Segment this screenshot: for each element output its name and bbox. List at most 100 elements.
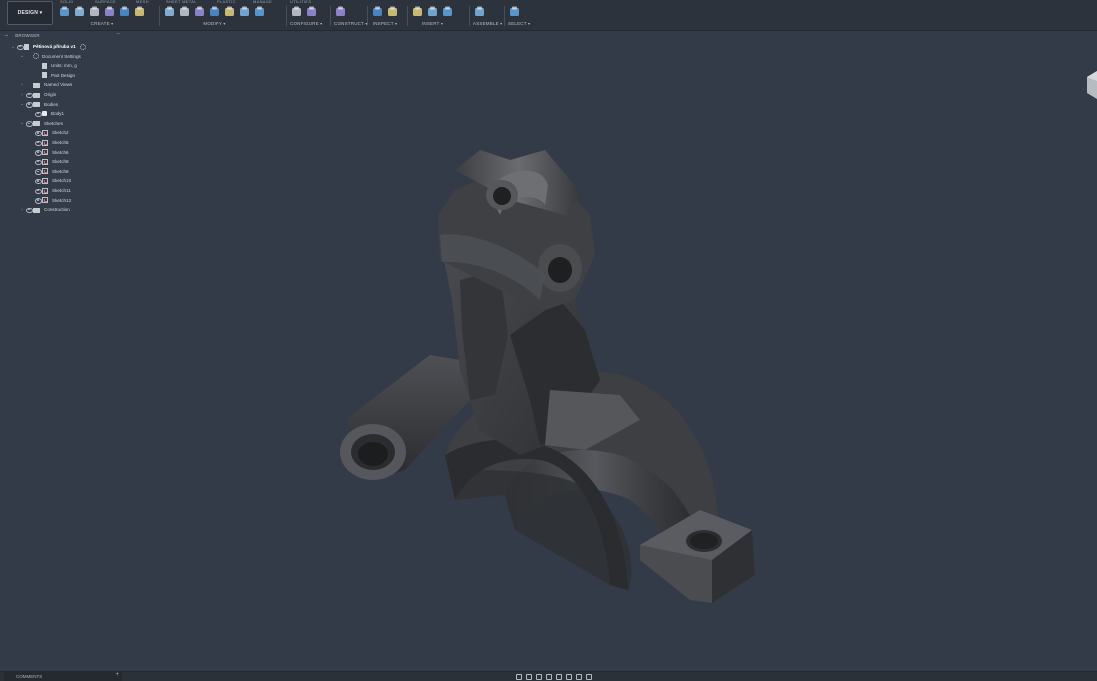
toolbar-group-label[interactable]: MODIFY bbox=[163, 21, 266, 26]
toolbar-separator bbox=[330, 6, 331, 26]
display-settings-icon[interactable] bbox=[565, 673, 572, 680]
configure-table-icon[interactable] bbox=[290, 5, 303, 18]
box-icon[interactable] bbox=[103, 5, 116, 18]
workspace-switcher[interactable]: DESIGN ▾ bbox=[7, 1, 53, 25]
offset-face-icon[interactable] bbox=[223, 5, 236, 18]
browser-node[interactable]: ⌄ Pětinová příruba v1 bbox=[10, 42, 89, 51]
navigation-toolbar bbox=[515, 673, 592, 680]
align-icon[interactable] bbox=[253, 5, 266, 18]
visibility-eye-icon[interactable] bbox=[34, 169, 42, 175]
browser-node[interactable]: Sketch6 bbox=[28, 148, 69, 157]
toolbar-separator bbox=[367, 6, 368, 26]
visibility-eye-icon[interactable] bbox=[34, 178, 42, 185]
configure-rule-icon[interactable] bbox=[305, 5, 318, 18]
browser-node-label: Named Views bbox=[44, 82, 73, 88]
browser-node[interactable]: ⌄ Bodies bbox=[19, 100, 58, 109]
extrude-icon[interactable] bbox=[73, 5, 86, 18]
visibility-eye-icon[interactable] bbox=[25, 121, 33, 127]
pan-icon[interactable] bbox=[525, 673, 532, 680]
visibility-eye-icon[interactable] bbox=[25, 207, 33, 214]
visibility-eye-icon[interactable] bbox=[34, 111, 42, 118]
press-pull-icon[interactable] bbox=[163, 5, 176, 18]
browser-node[interactable]: Sketch8 bbox=[28, 157, 69, 166]
component-settings-icon[interactable] bbox=[79, 43, 86, 50]
visibility-eye-icon[interactable] bbox=[34, 188, 42, 194]
visibility-eye-icon[interactable] bbox=[25, 92, 33, 98]
visibility-eye-icon[interactable] bbox=[16, 44, 24, 50]
browser-node[interactable]: Sketch12 bbox=[28, 196, 71, 205]
browser-node[interactable]: › Origin bbox=[19, 90, 56, 99]
toolbar-group-label[interactable]: INSPECT bbox=[371, 21, 399, 26]
toolbar-group-assemble: ASSEMBLE bbox=[473, 4, 499, 28]
toolbar-group-label[interactable]: CONSTRUCT bbox=[334, 21, 364, 26]
fit-icon[interactable] bbox=[555, 673, 562, 680]
sketch-icon bbox=[42, 129, 48, 136]
toolbar-group-label[interactable]: ASSEMBLE bbox=[473, 21, 499, 26]
add-comment-icon[interactable]: + bbox=[115, 672, 119, 678]
toolbar-group-label[interactable]: CREATE bbox=[58, 21, 146, 26]
folder-icon bbox=[33, 82, 41, 88]
visibility-eye-icon[interactable] bbox=[34, 159, 42, 166]
insert-mcmaster-icon[interactable] bbox=[441, 5, 454, 18]
browser-node[interactable]: Body1 bbox=[28, 109, 64, 118]
revolve-icon[interactable] bbox=[88, 5, 101, 18]
move-icon[interactable] bbox=[238, 5, 251, 18]
viewports-icon[interactable] bbox=[585, 673, 592, 680]
browser-node-label: Sketch12 bbox=[52, 197, 72, 203]
select-icon[interactable] bbox=[508, 5, 521, 18]
chevron-right-icon[interactable]: › bbox=[19, 82, 25, 88]
combine-icon[interactable] bbox=[208, 5, 221, 18]
pattern-icon[interactable] bbox=[118, 5, 131, 18]
browser-node-label: Sketch10 bbox=[52, 178, 72, 184]
chevron-down-icon[interactable]: ⌄ bbox=[19, 53, 25, 59]
visibility-eye-icon[interactable] bbox=[25, 102, 33, 108]
new-sketch-icon[interactable] bbox=[58, 5, 71, 18]
browser-node[interactable]: Units: mm, g bbox=[28, 61, 77, 70]
visibility-eye-icon[interactable] bbox=[34, 130, 42, 137]
toolbar-group-icons bbox=[371, 4, 399, 18]
browser-node[interactable]: Part Design bbox=[28, 71, 75, 80]
toolbar-group-icons bbox=[411, 4, 454, 18]
measure-icon[interactable] bbox=[371, 5, 384, 18]
toolbar-group-modify: MODIFY bbox=[163, 4, 266, 28]
browser-node[interactable]: Sketch9 bbox=[28, 167, 69, 176]
canvas-viewport[interactable] bbox=[0, 31, 1097, 671]
browser-node[interactable]: Sketch5 bbox=[28, 138, 69, 147]
visibility-eye-icon[interactable] bbox=[34, 150, 42, 156]
toolbar-group-configure: CONFIGURE bbox=[290, 4, 319, 28]
browser-node[interactable]: Sketch2 bbox=[28, 128, 69, 137]
browser-node[interactable]: ⌄ Sketches bbox=[19, 119, 63, 128]
form-icon[interactable] bbox=[133, 5, 146, 18]
orbit-icon[interactable] bbox=[515, 673, 522, 680]
browser-node-label: Sketches bbox=[44, 120, 63, 126]
toolbar-group-inspect: INSPECT bbox=[371, 4, 399, 28]
toolbar-group-label[interactable]: CONFIGURE bbox=[290, 21, 319, 26]
toolbar-group-icons bbox=[508, 4, 521, 18]
view-cube[interactable] bbox=[1083, 71, 1097, 99]
grid-icon[interactable] bbox=[575, 673, 582, 680]
look-at-icon[interactable] bbox=[535, 673, 542, 680]
offset-plane-icon[interactable] bbox=[334, 5, 347, 18]
joint-icon[interactable] bbox=[473, 5, 486, 18]
shell-icon[interactable] bbox=[193, 5, 206, 18]
interference-icon[interactable] bbox=[386, 5, 399, 18]
fillet-icon[interactable] bbox=[178, 5, 191, 18]
toolbar-separator bbox=[504, 6, 505, 26]
insert-derive-icon[interactable] bbox=[411, 5, 424, 18]
browser-node[interactable]: ⌄ Document Settings bbox=[19, 52, 81, 61]
browser-node[interactable]: Sketch10 bbox=[28, 176, 71, 185]
browser-node[interactable]: › Construction bbox=[19, 205, 70, 214]
collapse-panel-icon[interactable]: – bbox=[117, 31, 120, 37]
visibility-eye-icon[interactable] bbox=[34, 140, 42, 146]
browser-header[interactable]: ⊸ BROWSER – bbox=[4, 31, 122, 40]
browser-node[interactable]: Sketch11 bbox=[28, 186, 71, 195]
zoom-icon[interactable] bbox=[545, 673, 552, 680]
visibility-eye-icon[interactable] bbox=[34, 198, 42, 204]
toolbar-separator bbox=[469, 6, 470, 26]
insert-image-icon[interactable] bbox=[426, 5, 439, 18]
sketch-icon bbox=[42, 168, 48, 175]
browser-node[interactable]: › Named Views bbox=[19, 80, 72, 89]
3d-model-bracket[interactable] bbox=[0, 31, 1097, 671]
toolbar-group-label[interactable]: SELECT bbox=[508, 21, 527, 26]
toolbar-group-label[interactable]: INSERT bbox=[411, 21, 454, 26]
